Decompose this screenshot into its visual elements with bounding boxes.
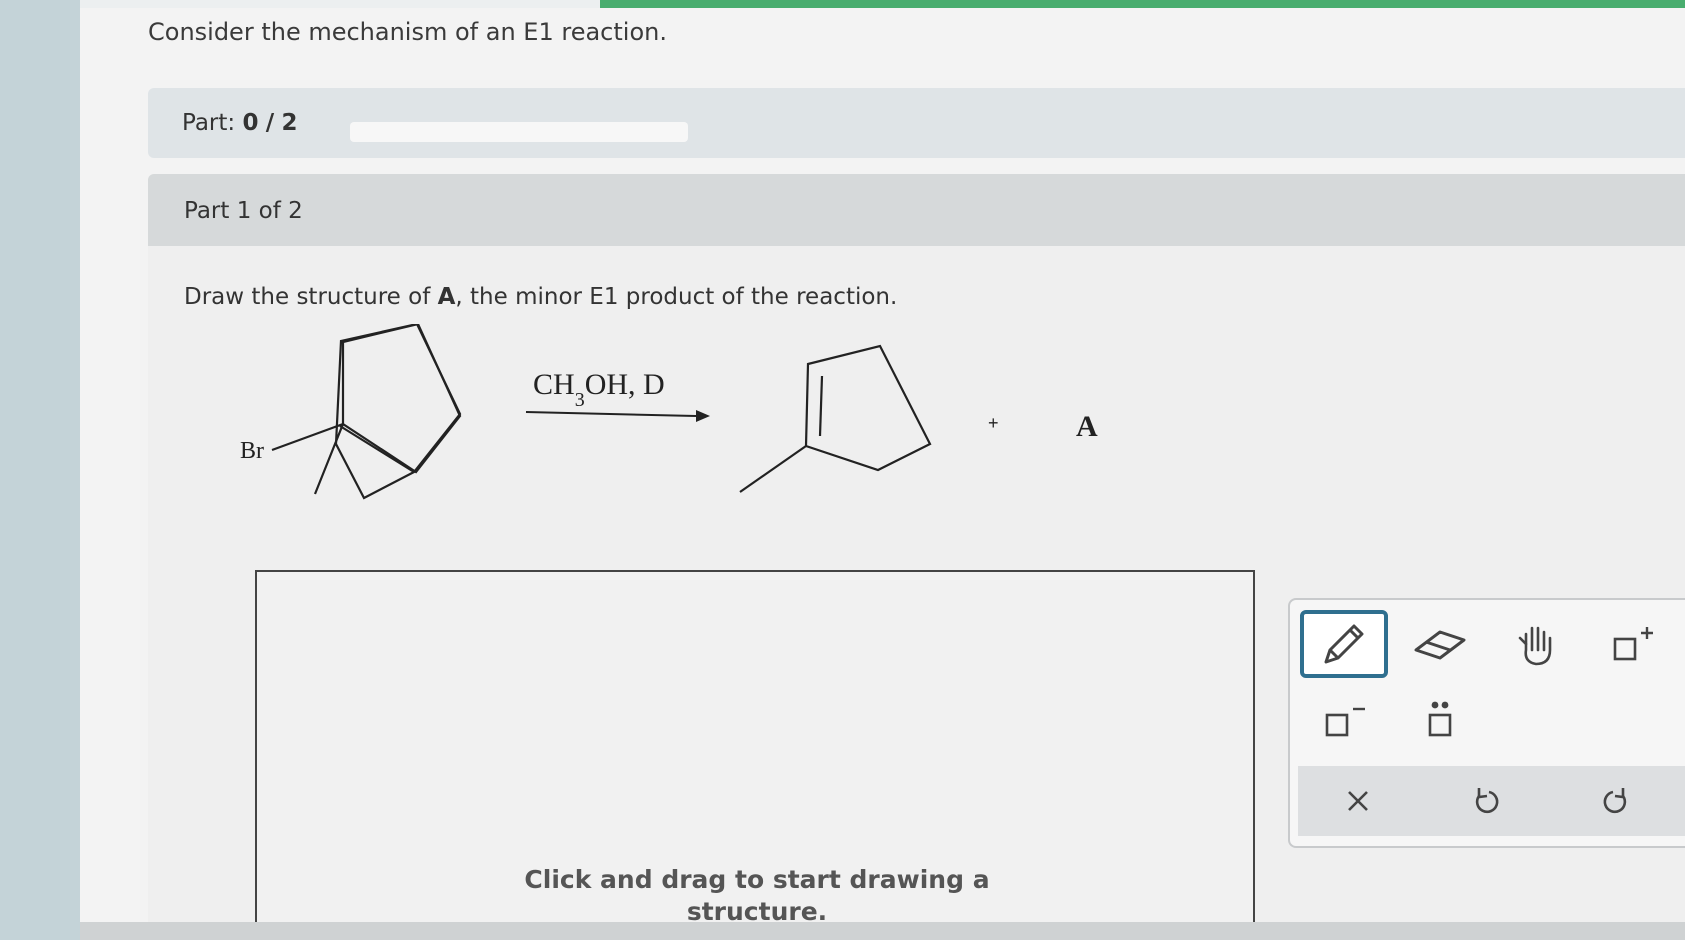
progress-track	[350, 122, 688, 142]
add-positive-charge-button[interactable]	[1588, 610, 1676, 678]
reactant-ring	[334, 322, 462, 500]
part-header-title: Part 1 of 2	[184, 198, 303, 224]
reaction-arrow-head	[696, 410, 710, 422]
product-structure	[739, 344, 932, 493]
reactant-structure	[271, 322, 462, 500]
pencil-tool-button[interactable]	[1300, 610, 1388, 678]
action-row	[1298, 766, 1685, 836]
lone-pair-button[interactable]	[1396, 686, 1484, 754]
bottom-bar	[80, 922, 1685, 940]
drawing-canvas[interactable]: Click and drag to start drawing a struct…	[255, 570, 1255, 940]
undo-icon	[1475, 788, 1499, 814]
add-negative-charge-button[interactable]	[1300, 686, 1388, 754]
top-accent-bar	[600, 0, 1685, 8]
hand-tool-button[interactable]	[1492, 610, 1580, 678]
plus-sign: +	[988, 413, 999, 433]
product-methyl-bond	[739, 445, 807, 493]
pencil-icon	[1324, 624, 1364, 664]
clear-icon	[1348, 791, 1368, 811]
hand-icon	[1518, 626, 1552, 666]
left-sidebar-strip	[0, 0, 80, 940]
reactant-br-label: Br	[240, 438, 264, 464]
drawing-toolbar	[1288, 598, 1685, 848]
part-progress-bar: Part: 0 / 2	[148, 88, 1685, 158]
instruction-text: Draw the structure of A, the minor E1 pr…	[184, 284, 898, 310]
question-title: Consider the mechanism of an E1 reaction…	[148, 18, 667, 46]
add-negative-charge-icon	[1325, 707, 1365, 737]
clear-button[interactable]	[1298, 766, 1418, 836]
add-positive-charge-icon	[1613, 627, 1653, 661]
reactant-methyl-bond	[313, 423, 345, 495]
part-progress-label: Part: 0 / 2	[182, 110, 298, 136]
product-double-bond	[818, 375, 824, 437]
redo-button[interactable]	[1556, 766, 1676, 836]
eraser-icon	[1414, 630, 1466, 660]
redo-icon	[1603, 788, 1627, 814]
reactant-br-bond	[271, 422, 344, 452]
part-card: Part 1 of 2 Draw the structure of A, the…	[148, 174, 1685, 940]
reagent-label: CH3OH, D	[533, 368, 665, 411]
undo-button[interactable]	[1426, 766, 1546, 836]
reactant-cyclopentane-ring	[341, 322, 462, 474]
eraser-tool-button[interactable]	[1396, 610, 1484, 678]
reaction-scheme-svg: Br CH3OH, D + A	[240, 322, 1098, 500]
part-header: Part 1 of 2	[148, 174, 1685, 246]
product-a-label: A	[1076, 410, 1098, 443]
reaction-arrow	[525, 411, 697, 417]
reaction-scheme: Br CH3OH, D + A	[148, 322, 1248, 554]
canvas-hint: Click and drag to start drawing a struct…	[524, 865, 990, 926]
lone-pair-icon	[1428, 701, 1452, 737]
product-cyclopentene-ring	[804, 344, 932, 472]
